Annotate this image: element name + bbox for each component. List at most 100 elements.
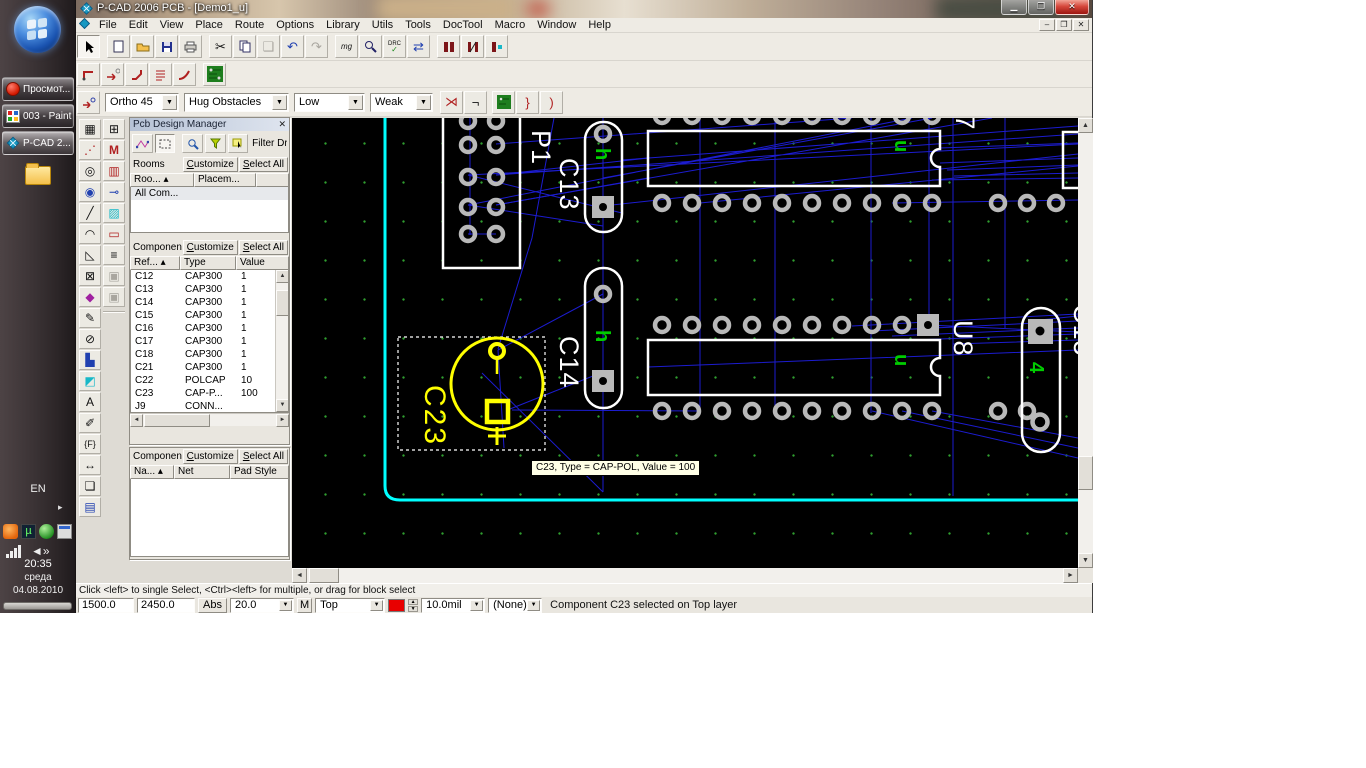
menu-library[interactable]: Library [320,19,366,31]
component-p1-outline[interactable] [443,118,520,268]
component-partial-outline[interactable] [1063,132,1078,188]
pcb-canvas[interactable]: C23 P1 C13 C14 U7 U8 C15 h h u u 4 [292,118,1078,568]
abs-rel-button[interactable]: Abs [198,598,227,613]
minimize-button[interactable]: ▁ [1001,0,1027,15]
picture-view-button[interactable]: ▨ [103,203,125,223]
place-via-button[interactable]: ◉ [79,182,101,202]
show-desktop-button[interactable] [3,602,72,610]
components-column-type[interactable]: Type [180,256,236,270]
strength-combo[interactable]: Weak▼ [370,93,433,112]
place-line-button[interactable]: ╱ [79,203,101,223]
layer-color-swatch[interactable] [388,599,405,612]
pcad-taskbar-button[interactable]: P-CAD 2... [2,131,74,155]
place-arc-button[interactable]: ◠ [79,224,101,244]
menu-place[interactable]: Place [189,19,229,31]
menu-file[interactable]: File [93,19,123,31]
components-customize-button[interactable]: Customize [183,240,238,255]
layer-combo[interactable]: Top▼ [315,598,385,613]
place-table-button[interactable]: ▤ [79,497,101,517]
route-arc-button[interactable]: ) [540,91,563,114]
component-row[interactable]: C16CAP3001 [131,322,288,335]
component-u8-outline[interactable] [648,340,940,395]
effort-combo[interactable]: Low▼ [294,93,365,112]
macro-record-button[interactable]: M [297,598,312,613]
component-row[interactable]: C21CAP3001 [131,361,288,374]
component-row[interactable]: C18CAP3001 [131,348,288,361]
hug-mode-combo[interactable]: Hug Obstacles▼ [184,93,289,112]
route-mode-button[interactable]: M [103,140,125,160]
autorouter-button[interactable] [203,63,226,86]
push-trace-button[interactable]: ▣ [103,266,125,286]
component-row[interactable]: C14CAP3001 [131,296,288,309]
redo-button[interactable]: ↷ [305,35,328,58]
place-pad-button[interactable]: ◎ [79,161,101,181]
line-width-combo[interactable]: 10.0mil▼ [421,598,485,613]
canvas-vertical-scrollbar[interactable]: ▲ ▼ [1078,118,1093,568]
route-interactive-button[interactable] [101,63,124,86]
x-coordinate-field[interactable]: 1500.0 [78,598,134,613]
place-field-button[interactable]: {F} [79,434,101,454]
board-outline-button[interactable]: ▭ [103,224,125,244]
pads-customize-button[interactable]: Customize [183,449,238,464]
clock-time[interactable]: 20:35 [0,558,76,570]
highlight-net-button[interactable] [77,91,100,114]
place-component-button[interactable]: ▦ [79,119,101,139]
menu-utils[interactable]: Utils [366,19,399,31]
panel-zoom-button[interactable] [182,134,203,153]
layer-spinner[interactable]: ▲▼ [408,599,418,612]
window-tray-icon[interactable] [57,524,72,539]
paste-button[interactable]: ❑ [257,35,280,58]
filter-button[interactable] [205,134,226,153]
antivirus-tray-icon[interactable] [39,524,54,539]
y-coordinate-field[interactable]: 2450.0 [137,598,195,613]
mdi-restore-button[interactable]: ❐ [1056,19,1072,31]
canvas-horizontal-scrollbar[interactable]: ◄ ► [292,568,1078,583]
record-ecos-button[interactable]: mg [335,35,358,58]
panel-titlebar[interactable]: Pcb Design Manager ✕ [130,118,289,131]
maximize-button[interactable]: ❐ [1028,0,1054,15]
rooms-column-room[interactable]: Roo... ▴ [130,173,194,187]
menu-route[interactable]: Route [229,19,270,31]
component-row[interactable]: C17CAP3001 [131,335,288,348]
menu-macro[interactable]: Macro [489,19,532,31]
critical-net-button[interactable]: ⋊ [440,91,463,114]
menu-help[interactable]: Help [582,19,617,31]
ortho-mode-combo[interactable]: Ortho 45▼ [105,93,179,112]
components-column-ref[interactable]: Ref... ▴ [130,256,180,270]
place-room-button[interactable]: ◩ [79,371,101,391]
components-column-value[interactable]: Value [236,256,289,270]
rooms-row[interactable]: All Com... [131,187,288,200]
pattern-view-button[interactable]: ▥ [103,161,125,181]
components-select-all-button[interactable]: Select All [239,240,288,255]
panel-close-icon[interactable]: ✕ [278,119,286,130]
route-miter-button[interactable] [125,63,148,86]
list-view-button[interactable]: ≡ [103,245,125,265]
open-button[interactable] [131,35,154,58]
route-bundle-button[interactable]: } [516,91,539,114]
place-detail-button[interactable]: ❏ [79,476,101,496]
zoom-window-button[interactable] [359,35,382,58]
via-style-combo[interactable]: (None)▼ [488,598,542,613]
mdi-close-button[interactable]: ✕ [1073,19,1089,31]
place-copper-pour-button[interactable]: ◆ [79,287,101,307]
corner-mode-button[interactable]: ¬ [464,91,487,114]
place-attribute-button[interactable]: ✐ [79,413,101,433]
place-dimension-button[interactable]: ↔ [79,455,101,475]
download-manager-tray-icon[interactable] [3,524,18,539]
close-button[interactable]: ✕ [1055,0,1089,15]
place-keepout-button[interactable]: ⊘ [79,329,101,349]
component-row[interactable]: C12CAP3001 [131,270,288,283]
print-button[interactable] [179,35,202,58]
undo-button[interactable]: ↶ [281,35,304,58]
route-bus-button[interactable] [149,63,172,86]
paint-taskbar-button[interactable]: 003 - Paint [2,104,74,128]
layer-view-button-1[interactable] [437,35,460,58]
select-mode-button[interactable] [155,134,176,153]
menu-view[interactable]: View [154,19,190,31]
place-polygon-button[interactable]: ◺ [79,245,101,265]
menu-tools[interactable]: Tools [399,19,437,31]
language-indicator[interactable]: EN [0,483,76,495]
place-cutout-button[interactable]: ✎ [79,308,101,328]
rooms-customize-button[interactable]: Customize [183,157,238,172]
layer-view-button-2[interactable] [461,35,484,58]
